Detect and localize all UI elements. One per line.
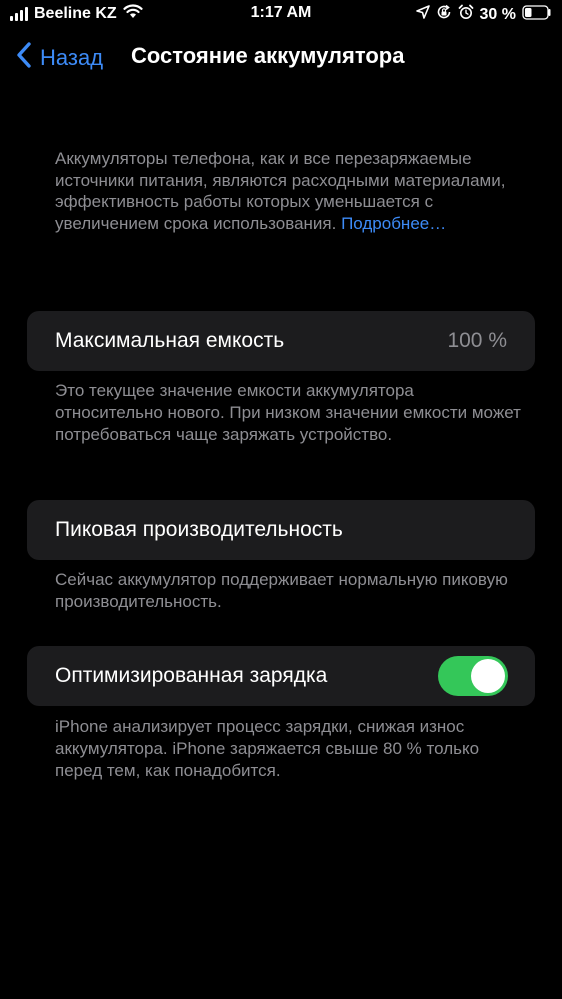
max-capacity-footnote: Это текущее значение емкости аккумулятор… — [55, 381, 521, 444]
optimized-charging-toggle[interactable] — [438, 656, 508, 696]
learn-more-link[interactable]: Подробнее… — [341, 214, 446, 233]
battery-icon — [522, 4, 552, 25]
max-capacity-value: 100 % — [447, 329, 507, 352]
optimized-charging-cell: Оптимизированная зарядка — [27, 646, 535, 706]
intro-description: Аккумуляторы телефона, как и все перезар… — [55, 148, 525, 234]
optimized-charging-footnote: iPhone анализирует процесс зарядки, сниж… — [55, 717, 480, 780]
optimized-charging-label: Оптимизированная зарядка — [55, 664, 328, 687]
location-icon — [415, 5, 430, 24]
back-button[interactable]: Назад — [16, 42, 103, 74]
navigation-bar: Назад Состояние аккумулятора — [0, 40, 562, 76]
peak-performance-label: Пиковая производительность — [55, 518, 343, 541]
max-capacity-label: Максимальная емкость — [55, 329, 285, 352]
peak-performance-footnote: Сейчас аккумулятор поддерживает нормальн… — [55, 570, 508, 611]
page-title: Состояние аккумулятора — [131, 43, 405, 68]
back-label: Назад — [40, 45, 104, 70]
orientation-lock-icon — [436, 4, 452, 25]
status-bar: Beeline KZ 1:17 AM 30 % — [0, 0, 562, 30]
toggle-knob — [471, 659, 505, 693]
alarm-icon — [458, 4, 474, 25]
max-capacity-cell: Максимальная емкость 100 % — [27, 311, 535, 371]
battery-percent: 30 % — [479, 5, 516, 23]
status-right: 30 % — [415, 4, 552, 25]
peak-performance-cell: Пиковая производительность — [27, 500, 535, 560]
chevron-left-icon — [16, 42, 32, 74]
